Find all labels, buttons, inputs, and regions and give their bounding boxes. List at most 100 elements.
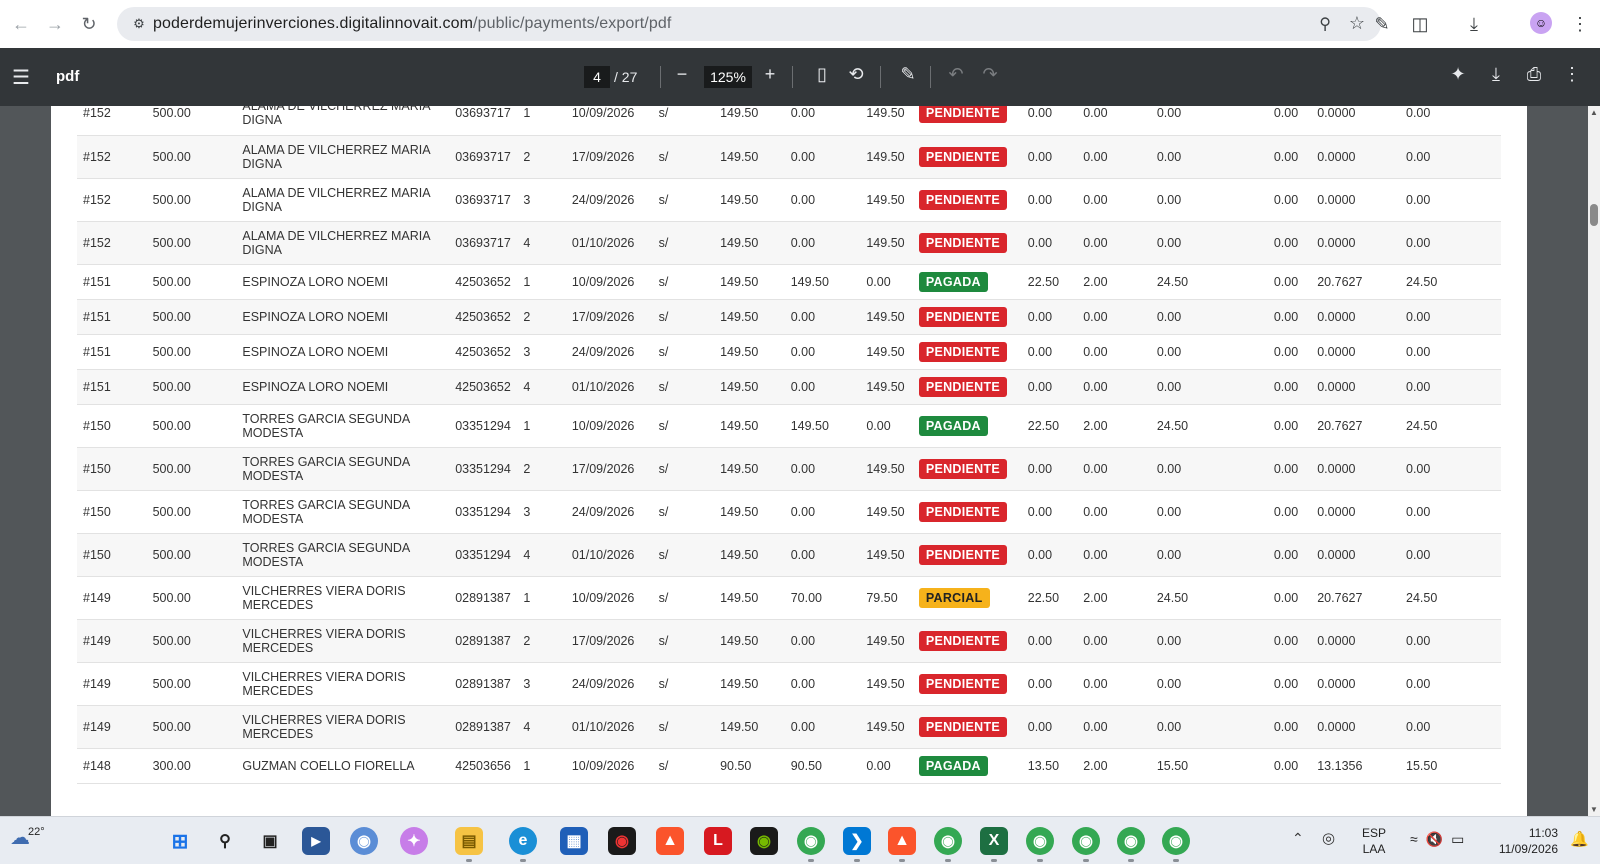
- profile-avatar[interactable]: ☺: [1530, 12, 1552, 34]
- zoom-level-input[interactable]: 125%: [704, 66, 752, 88]
- scroll-down-icon[interactable]: ▼: [1590, 805, 1598, 814]
- task-view-icon[interactable]: ▣: [256, 827, 284, 855]
- brave-browser-icon[interactable]: ▲: [888, 827, 916, 855]
- nvidia-icon[interactable]: ◉: [750, 827, 778, 855]
- volume-muted-icon[interactable]: 🔇: [1426, 831, 1451, 847]
- reload-icon[interactable]: ↻: [72, 7, 106, 41]
- cell-date: 10/09/2026: [565, 106, 653, 136]
- chrome-icon[interactable]: ◉: [1117, 827, 1145, 855]
- address-bar[interactable]: ⚙ poderdemujerinverciones.digitalinnovai…: [117, 7, 1381, 41]
- cell-v3: 149.50: [860, 447, 913, 491]
- weather-cloud-icon[interactable]: ☁: [10, 825, 30, 850]
- back-icon[interactable]: ←: [4, 7, 38, 41]
- cell-id: #152: [77, 178, 147, 222]
- chrome-icon[interactable]: ◉: [797, 827, 825, 855]
- pdf-viewer[interactable]: #152 500.00 ALAMA DE VILCHERREZ MARIA DIGNA…: [0, 106, 1600, 816]
- cell-amount: 500.00: [146, 369, 237, 405]
- app-icon-recorder[interactable]: ◉: [608, 827, 636, 855]
- scrollbar[interactable]: ▲ ▼: [1588, 106, 1600, 816]
- cell-v2: 0.00: [784, 178, 861, 222]
- cell-v1: 149.50: [714, 369, 785, 405]
- cell-v4: 0.00: [1021, 619, 1078, 663]
- extension-icon[interactable]: ✎: [1370, 12, 1394, 36]
- cell-v6: 24.50: [1150, 576, 1268, 620]
- zoom-out-icon[interactable]: −: [670, 64, 694, 85]
- search-icon[interactable]: ⚲: [211, 827, 239, 855]
- app-icon-l[interactable]: L: [704, 827, 732, 855]
- scrollbar-thumb[interactable]: [1590, 204, 1598, 226]
- battery-icon[interactable]: ▭: [1451, 831, 1472, 847]
- cell-id: #150: [77, 533, 147, 577]
- running-indicator: [899, 859, 905, 862]
- running-indicator: [520, 859, 526, 862]
- print-icon[interactable]: ⎙: [1522, 64, 1546, 85]
- chrome-icon[interactable]: ◉: [1072, 827, 1100, 855]
- annotate-pen-icon[interactable]: ✎: [896, 64, 920, 85]
- status-badge: PAGADA: [918, 755, 988, 776]
- extensions-puzzle-icon[interactable]: ◫: [1408, 12, 1432, 36]
- clock[interactable]: 11:03 11/09/2026: [1490, 825, 1558, 857]
- cell-status: PENDIENTE: [912, 705, 1022, 749]
- client-name-line: MERCEDES: [242, 726, 314, 741]
- cell-v9: 0.00: [1400, 447, 1501, 491]
- zoom-in-icon[interactable]: +: [758, 64, 782, 85]
- chrome-icon[interactable]: ◉: [1162, 827, 1190, 855]
- bookmark-star-icon[interactable]: ☆: [1349, 13, 1365, 34]
- tray-status-icons[interactable]: ≈🔇▭: [1410, 831, 1472, 848]
- chrome-icon[interactable]: ◉: [934, 827, 962, 855]
- clock-time: 11:03: [1528, 826, 1558, 840]
- page-number-input[interactable]: 4: [584, 66, 610, 88]
- browser-menu-icon[interactable]: ⋮: [1568, 12, 1592, 36]
- app-icon-globe[interactable]: ◉: [350, 827, 378, 855]
- cell-v4: 0.00: [1021, 705, 1078, 749]
- cell-v4: 0.00: [1021, 135, 1078, 179]
- status-badge: PARCIAL: [918, 587, 990, 608]
- sidebar-menu-icon[interactable]: ☰: [12, 65, 30, 90]
- start-windows-icon[interactable]: ⊞: [166, 827, 194, 855]
- cell-client-name: ESPINOZA LORO NOEMI: [236, 299, 450, 335]
- excel-icon[interactable]: X: [980, 827, 1008, 855]
- cell-v2: 70.00: [784, 576, 861, 620]
- cell-client-name: TORRES GARCIA SEGUNDA MODESTA: [236, 533, 450, 577]
- language-indicator[interactable]: ESP LAA: [1362, 825, 1386, 857]
- wifi-icon[interactable]: ≈: [1410, 831, 1426, 847]
- chevron-up-icon[interactable]: ⌃: [1292, 830, 1304, 847]
- cell-n: 3: [517, 490, 566, 534]
- toolbar-divider: [792, 66, 793, 88]
- microsoft-store-icon[interactable]: ▦: [560, 827, 588, 855]
- browser-toolbar: ← → ↻ ⚙ poderdemujerinverciones.digitali…: [0, 0, 1600, 48]
- scroll-up-icon[interactable]: ▲: [1590, 108, 1598, 117]
- brave-browser-icon[interactable]: ▲: [656, 827, 684, 855]
- app-icon-remote[interactable]: ▶: [302, 827, 330, 855]
- vscode-icon[interactable]: ❯: [843, 827, 871, 855]
- cell-v5: 0.00: [1077, 619, 1151, 663]
- cell-v8: 0.0000: [1311, 533, 1400, 577]
- edge-browser-icon[interactable]: e: [509, 827, 537, 855]
- forward-icon[interactable]: →: [38, 7, 72, 41]
- copilot-icon[interactable]: ✦: [400, 827, 428, 855]
- cell-v4: 0.00: [1021, 369, 1078, 405]
- cell-date: 17/09/2026: [565, 135, 653, 179]
- ai-assist-icon[interactable]: ✦: [1446, 64, 1470, 85]
- url-text[interactable]: poderdemujerinverciones.digitalinnovait.…: [153, 15, 671, 33]
- status-badge: PENDIENTE: [918, 341, 1008, 362]
- notification-bell-icon[interactable]: 🔔: [1570, 830, 1589, 848]
- pdf-more-icon[interactable]: ⋮: [1560, 64, 1584, 85]
- cell-v8: 0.0000: [1311, 490, 1400, 534]
- site-info-icon[interactable]: ⚙: [125, 16, 153, 32]
- zoom-magnifier-icon[interactable]: ⚲: [1319, 14, 1331, 34]
- download-icon[interactable]: ⤓: [1462, 12, 1486, 36]
- file-explorer-icon[interactable]: ▤: [455, 827, 483, 855]
- tray-app-icon[interactable]: ◎: [1322, 829, 1335, 847]
- undo-icon[interactable]: ↶: [944, 64, 968, 85]
- table-row: #148 300.00 GUZMAN COELLO FIORELLA 42503656…: [77, 748, 1501, 784]
- fit-page-icon[interactable]: ▯: [810, 64, 834, 85]
- cell-client-name: ESPINOZA LORO NOEMI: [236, 369, 450, 405]
- cell-v7: 0.00: [1267, 705, 1312, 749]
- pdf-download-icon[interactable]: ⤓: [1484, 64, 1508, 85]
- rotate-icon[interactable]: ⟲: [844, 64, 868, 85]
- cell-dni: 03351294: [449, 447, 518, 491]
- chrome-icon[interactable]: ◉: [1026, 827, 1054, 855]
- cell-v3: 0.00: [860, 264, 913, 300]
- redo-icon[interactable]: ↷: [978, 64, 1002, 85]
